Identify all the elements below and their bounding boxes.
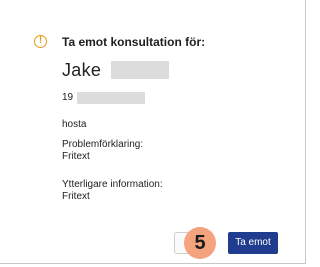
- info-label: Ytterligare information:: [62, 179, 163, 190]
- redacted-personal-number: [77, 92, 145, 104]
- problem-value: Fritext: [62, 151, 90, 162]
- step-badge: 5: [184, 227, 216, 259]
- warning-icon: !: [34, 35, 47, 48]
- accept-button[interactable]: Ta emot: [228, 232, 278, 254]
- consultation-dialog: ! Ta emot konsultation för: Jake 19 host…: [0, 0, 306, 264]
- problem-label: Problemförklaring:: [62, 139, 144, 150]
- personal-number: 19: [62, 92, 74, 103]
- dialog-title: Ta emot konsultation för:: [62, 35, 206, 49]
- reason-text: hosta: [62, 119, 87, 130]
- patient-name-row: Jake: [62, 59, 101, 81]
- redacted-surname: [111, 61, 169, 79]
- patient-name: Jake: [62, 59, 102, 80]
- info-value: Fritext: [62, 191, 90, 202]
